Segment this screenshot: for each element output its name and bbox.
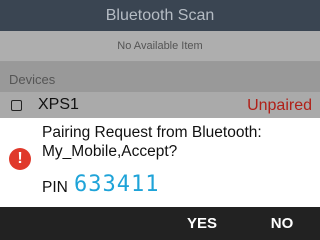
device-checkbox[interactable] [11, 100, 22, 111]
pairing-request-message: Pairing Request from Bluetooth: My_Mobil… [42, 124, 262, 160]
yes-button[interactable]: YES [180, 207, 224, 240]
pairing-request-dialog: ! Pairing Request from Bluetooth: My_Mob… [0, 118, 320, 207]
alert-icon: ! [9, 148, 31, 170]
pin-label: PIN [42, 179, 68, 196]
bluetooth-scan-screen: Bluetooth Scan No Available Item Devices… [0, 0, 320, 240]
devices-section-header: Devices [0, 62, 320, 92]
pin-value: 633411 [74, 172, 160, 197]
no-button[interactable]: NO [262, 207, 302, 240]
page-title: Bluetooth Scan [0, 0, 320, 31]
dialog-action-bar: YES NO [0, 207, 320, 240]
no-available-item-text: No Available Item [0, 31, 320, 61]
device-status: Unpaired [247, 97, 312, 114]
device-name: XPS1 [38, 96, 79, 113]
device-row-xps1[interactable]: XPS1 Unpaired [0, 92, 320, 118]
